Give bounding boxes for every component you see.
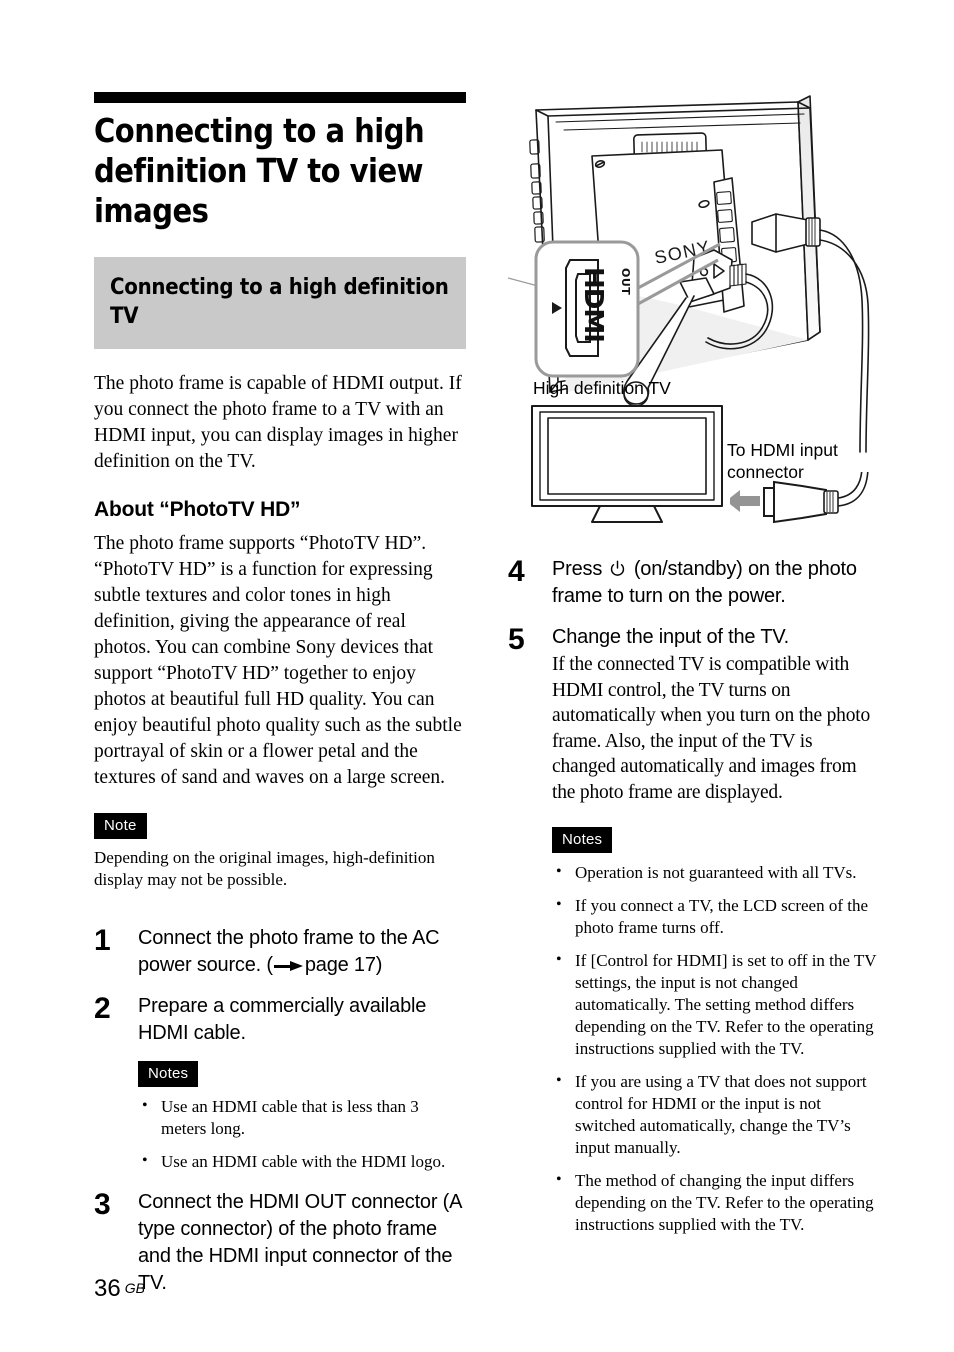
step-1-text: Connect the photo frame to the AC power … <box>138 925 466 979</box>
hdmi-out-label: OUT <box>619 268 632 296</box>
notes-step-5-badge-wrap: Notes <box>552 827 880 853</box>
step-4-text: Press (on/standby) on the photo frame to… <box>552 556 880 610</box>
figure-caption-high-definition-tv: High definition TV <box>533 378 671 398</box>
list-item: Use an HDMI cable with the HDMI logo. <box>138 1150 466 1173</box>
section-banner: Connecting to a high definition TV <box>94 257 466 349</box>
page-reference-arrow-icon <box>273 961 304 972</box>
about-phototv-heading: About “PhotoTV HD” <box>94 498 301 521</box>
page-title: Connecting to a high definition TV to vi… <box>94 111 425 230</box>
step-5-text-block: Change the input of the TV. If the conne… <box>552 624 880 805</box>
step-3-text: Connect the HDMI OUT connector (A type c… <box>138 1191 462 1294</box>
insert-direction-arrow-icon <box>730 490 760 512</box>
step-5: 5 Change the input of the TV. If the con… <box>508 624 880 805</box>
folio-region: GB <box>124 1280 145 1296</box>
list-item: If [Control for HDMI] is set to off in t… <box>552 949 880 1060</box>
step-1-text-after: page 17) <box>304 954 383 976</box>
hdmi-port-label: HDMI <box>578 267 608 342</box>
note-badge: Note <box>94 813 147 839</box>
list-item: Use an HDMI cable that is less than 3 me… <box>138 1095 466 1140</box>
list-item: The method of changing the input differs… <box>552 1169 880 1236</box>
television-illustration <box>531 405 723 523</box>
notes-step-5-list: Operation is not guaranteed with all TVs… <box>552 861 880 1236</box>
step-2-text: Prepare a commercially available HDMI ca… <box>138 995 427 1044</box>
step-2-number: 2 <box>94 992 111 1025</box>
step-1: 1 Connect the photo frame to the AC powe… <box>94 925 466 979</box>
list-item: If you connect a TV, the LCD screen of t… <box>552 894 880 939</box>
document-page: Connecting to a high definition TV to vi… <box>0 0 954 1352</box>
step-5-subtext: If the connected TV is compatible with H… <box>552 654 871 803</box>
section-intro-paragraph: The photo frame is capable of HDMI outpu… <box>94 373 462 472</box>
step-1-number: 1 <box>94 924 111 957</box>
step-5-number: 5 <box>508 623 525 656</box>
power-standby-icon <box>611 560 625 576</box>
about-phototv-paragraph: The photo frame supports “PhotoTV HD”. “… <box>94 533 462 788</box>
step-3: 3 Connect the HDMI OUT connector (A type… <box>94 1189 466 1297</box>
notes-badge: Notes <box>552 827 613 853</box>
note-text: Depending on the original images, high-d… <box>94 848 435 889</box>
hdmi-connection-figure: SONY HDMI OUT High definition TV To HDMI… <box>507 92 886 532</box>
folio-number: 36 <box>94 1275 121 1302</box>
step-4-number: 4 <box>508 555 525 588</box>
notes-step-2-badge-wrap: Notes <box>138 1061 466 1087</box>
list-item: Operation is not guaranteed with all TVs… <box>552 861 880 884</box>
page-folio: 36 GB <box>94 1276 145 1301</box>
notes-badge: Notes <box>138 1061 199 1087</box>
chapter-rule <box>94 92 466 103</box>
step-4: 4 Press (on/standby) on the photo frame … <box>508 556 880 610</box>
right-column: 4 Press (on/standby) on the photo frame … <box>508 556 880 1247</box>
step-4-text-before: Press <box>552 558 608 580</box>
list-item: If you are using a TV that does not supp… <box>552 1070 880 1159</box>
figure-caption-to-hdmi-input-connector: To HDMI input connector <box>727 440 838 482</box>
notes-step-5: Notes Operation is not guaranteed with a… <box>552 827 880 1236</box>
left-column: Connecting to a high definition TV to vi… <box>94 92 466 1311</box>
section-banner-title: Connecting to a high definition TV <box>110 275 449 329</box>
step-5-text: Change the input of the TV. <box>552 626 790 648</box>
notes-step-2: Notes Use an HDMI cable that is less tha… <box>138 1061 466 1173</box>
note-badge-wrap: Note <box>94 813 466 839</box>
step-3-number: 3 <box>94 1188 111 1221</box>
notes-step-2-list: Use an HDMI cable that is less than 3 me… <box>138 1095 466 1173</box>
step-2: 2 Prepare a commercially available HDMI … <box>94 993 466 1047</box>
